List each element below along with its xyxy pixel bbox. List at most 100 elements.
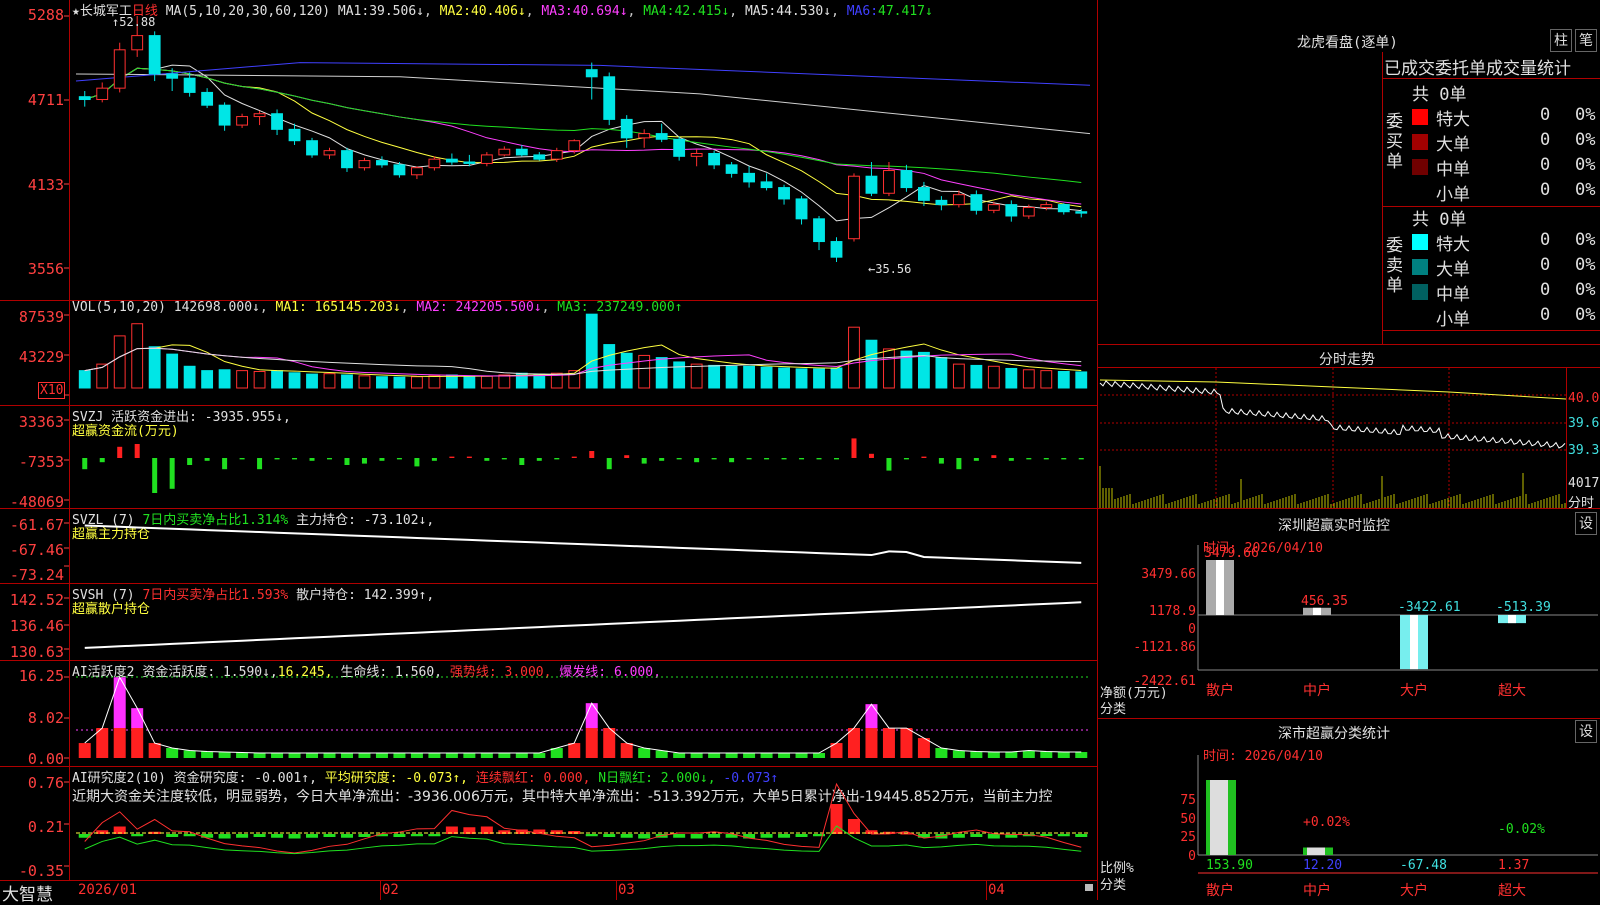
high-annotation: ↑52.88 <box>112 15 156 29</box>
activity-bar <box>375 753 388 758</box>
lock-icon[interactable] <box>1085 884 1093 891</box>
ma-line-10 <box>84 67 1082 208</box>
classify-value: 153.90 <box>1206 858 1253 873</box>
candle <box>515 148 528 156</box>
volume-bar <box>236 370 249 389</box>
intraday-chart[interactable] <box>1099 368 1567 508</box>
activity-bar <box>760 753 773 758</box>
candle <box>900 170 913 189</box>
activity-bar <box>393 753 406 758</box>
candle <box>935 199 948 206</box>
row-value: 0 <box>1540 255 1551 275</box>
flow-bar <box>396 458 402 460</box>
candle <box>813 218 825 243</box>
activity-bar <box>970 751 983 758</box>
activity-bar <box>900 728 913 758</box>
classify-settings-button[interactable]: 设 <box>1575 720 1597 743</box>
volume-bar <box>78 370 91 389</box>
activity-bar <box>445 753 458 758</box>
color-swatch <box>1412 159 1428 175</box>
row-percent: 0% <box>1575 230 1596 250</box>
candlestick-chart[interactable] <box>0 0 1097 300</box>
activity-bar <box>813 753 826 758</box>
monitor-value: 3479.66 <box>1204 546 1259 561</box>
candle <box>638 133 651 139</box>
monitor-value: -3422.61 <box>1398 600 1461 615</box>
divider-7 <box>0 880 1097 881</box>
research-bar <box>201 834 214 838</box>
monitor-settings-button[interactable]: 设 <box>1575 512 1597 535</box>
color-swatch <box>1412 309 1428 325</box>
research-bar <box>830 804 843 834</box>
candle <box>917 187 930 201</box>
candle <box>166 73 179 79</box>
candle <box>655 133 668 140</box>
activity-bar <box>201 751 214 758</box>
dragon-hline-3 <box>1382 330 1600 331</box>
flow-bar <box>1043 458 1049 460</box>
activity-bar <box>306 753 319 758</box>
activity-bar <box>498 753 511 758</box>
candle <box>585 69 598 78</box>
activity-bar <box>428 753 441 758</box>
candle <box>393 164 406 176</box>
flow-bar <box>344 458 350 465</box>
candle <box>323 150 336 156</box>
research-bar <box>358 834 371 837</box>
research-bar <box>813 834 826 837</box>
candle <box>673 138 686 157</box>
retail-hold-line <box>84 601 1082 649</box>
monitor-tick-4: -1121.86 <box>1133 640 1196 655</box>
flow-bar <box>886 458 892 471</box>
tick-toggle-button[interactable]: 笔 <box>1575 29 1597 52</box>
x-label-feb: 02 <box>382 882 399 898</box>
activity-bar <box>410 753 423 758</box>
volume-bar <box>358 375 371 389</box>
candle <box>201 91 214 106</box>
main-hold-line <box>84 524 1082 564</box>
ma-line-120 <box>75 62 1091 86</box>
classify-tick-4: 0 <box>1188 849 1196 864</box>
flow-bar <box>1008 458 1014 461</box>
volume-bar <box>655 357 668 389</box>
color-swatch <box>1412 109 1428 125</box>
research-bar <box>323 834 336 837</box>
flow-bar <box>466 456 472 458</box>
activity-bar <box>358 753 371 758</box>
row-value: 0 <box>1540 105 1551 125</box>
row-name: 中单 <box>1436 285 1470 305</box>
volume-bar <box>1040 370 1053 389</box>
volume-bar <box>463 376 476 389</box>
flow-bar <box>659 458 665 461</box>
volume-bar <box>725 365 738 389</box>
dragon-title: 龙虎看盘(逐单) <box>1297 35 1398 51</box>
activity-line <box>84 676 1082 754</box>
activity-bar <box>271 753 284 758</box>
flow-bar <box>956 458 962 470</box>
classify-pct: -0.02% <box>1498 822 1545 837</box>
classify-value: 12.20 <box>1303 858 1342 873</box>
color-swatch <box>1412 259 1428 275</box>
activity-bar <box>778 753 791 758</box>
flow-bar <box>169 458 175 489</box>
activity-bar <box>166 748 179 758</box>
candle <box>952 194 965 206</box>
volume-bar <box>323 373 336 389</box>
research-bar <box>778 834 791 838</box>
row-value: 0 <box>1540 230 1551 250</box>
activity-bar <box>638 748 651 758</box>
candle <box>445 158 458 163</box>
volume-bar <box>113 335 126 389</box>
candle <box>1005 204 1018 217</box>
activity-bar <box>935 748 948 758</box>
volume-bar <box>795 368 808 389</box>
volume-bar <box>987 365 1000 389</box>
volume-bar <box>271 370 283 389</box>
volume-bar <box>585 313 598 389</box>
volume-bar <box>410 376 423 389</box>
bar-toggle-button[interactable]: 柱 <box>1550 29 1572 52</box>
sell-label: 委卖单 <box>1386 236 1403 296</box>
ma-line-30 <box>84 67 1082 184</box>
activity-bar <box>288 753 301 758</box>
color-swatch <box>1412 134 1428 150</box>
